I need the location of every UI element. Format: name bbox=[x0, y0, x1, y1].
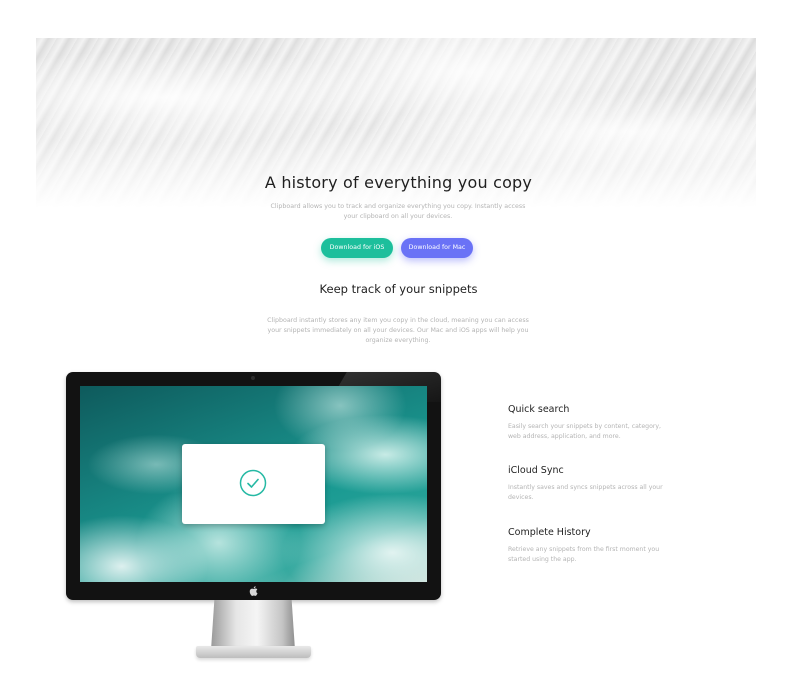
webcam bbox=[251, 376, 255, 380]
hero-title: A history of everything you copy bbox=[264, 173, 533, 192]
feature-desc-quick-search: Easily search your snippets by content, … bbox=[508, 423, 662, 440]
feature-title-icloud-sync: iCloud Sync bbox=[508, 465, 564, 476]
hero-subtitle: Clipboard allows you to track and organi… bbox=[270, 203, 526, 220]
download-ios-button[interactable]: Download for iOS bbox=[321, 238, 393, 258]
feature-desc-complete-history: Retrieve any snippets from the first mom… bbox=[508, 546, 660, 563]
monitor-screen bbox=[80, 386, 427, 582]
imac-monitor bbox=[66, 372, 441, 600]
success-dialog bbox=[182, 444, 325, 524]
download-mac-button[interactable]: Download for Mac bbox=[401, 238, 473, 258]
check-circle-icon bbox=[239, 469, 267, 497]
feature-title-complete-history: Complete History bbox=[508, 527, 591, 538]
snippets-section-title: Keep track of your snippets bbox=[319, 282, 478, 296]
feature-desc-icloud-sync: Instantly saves and syncs snippets acros… bbox=[508, 484, 663, 501]
apple-logo-icon bbox=[249, 586, 258, 596]
monitor-stand-base bbox=[196, 646, 311, 658]
feature-title-quick-search: Quick search bbox=[508, 404, 570, 415]
snippets-section-description: Clipboard instantly stores any item you … bbox=[267, 317, 529, 344]
monitor-stand bbox=[211, 600, 295, 650]
